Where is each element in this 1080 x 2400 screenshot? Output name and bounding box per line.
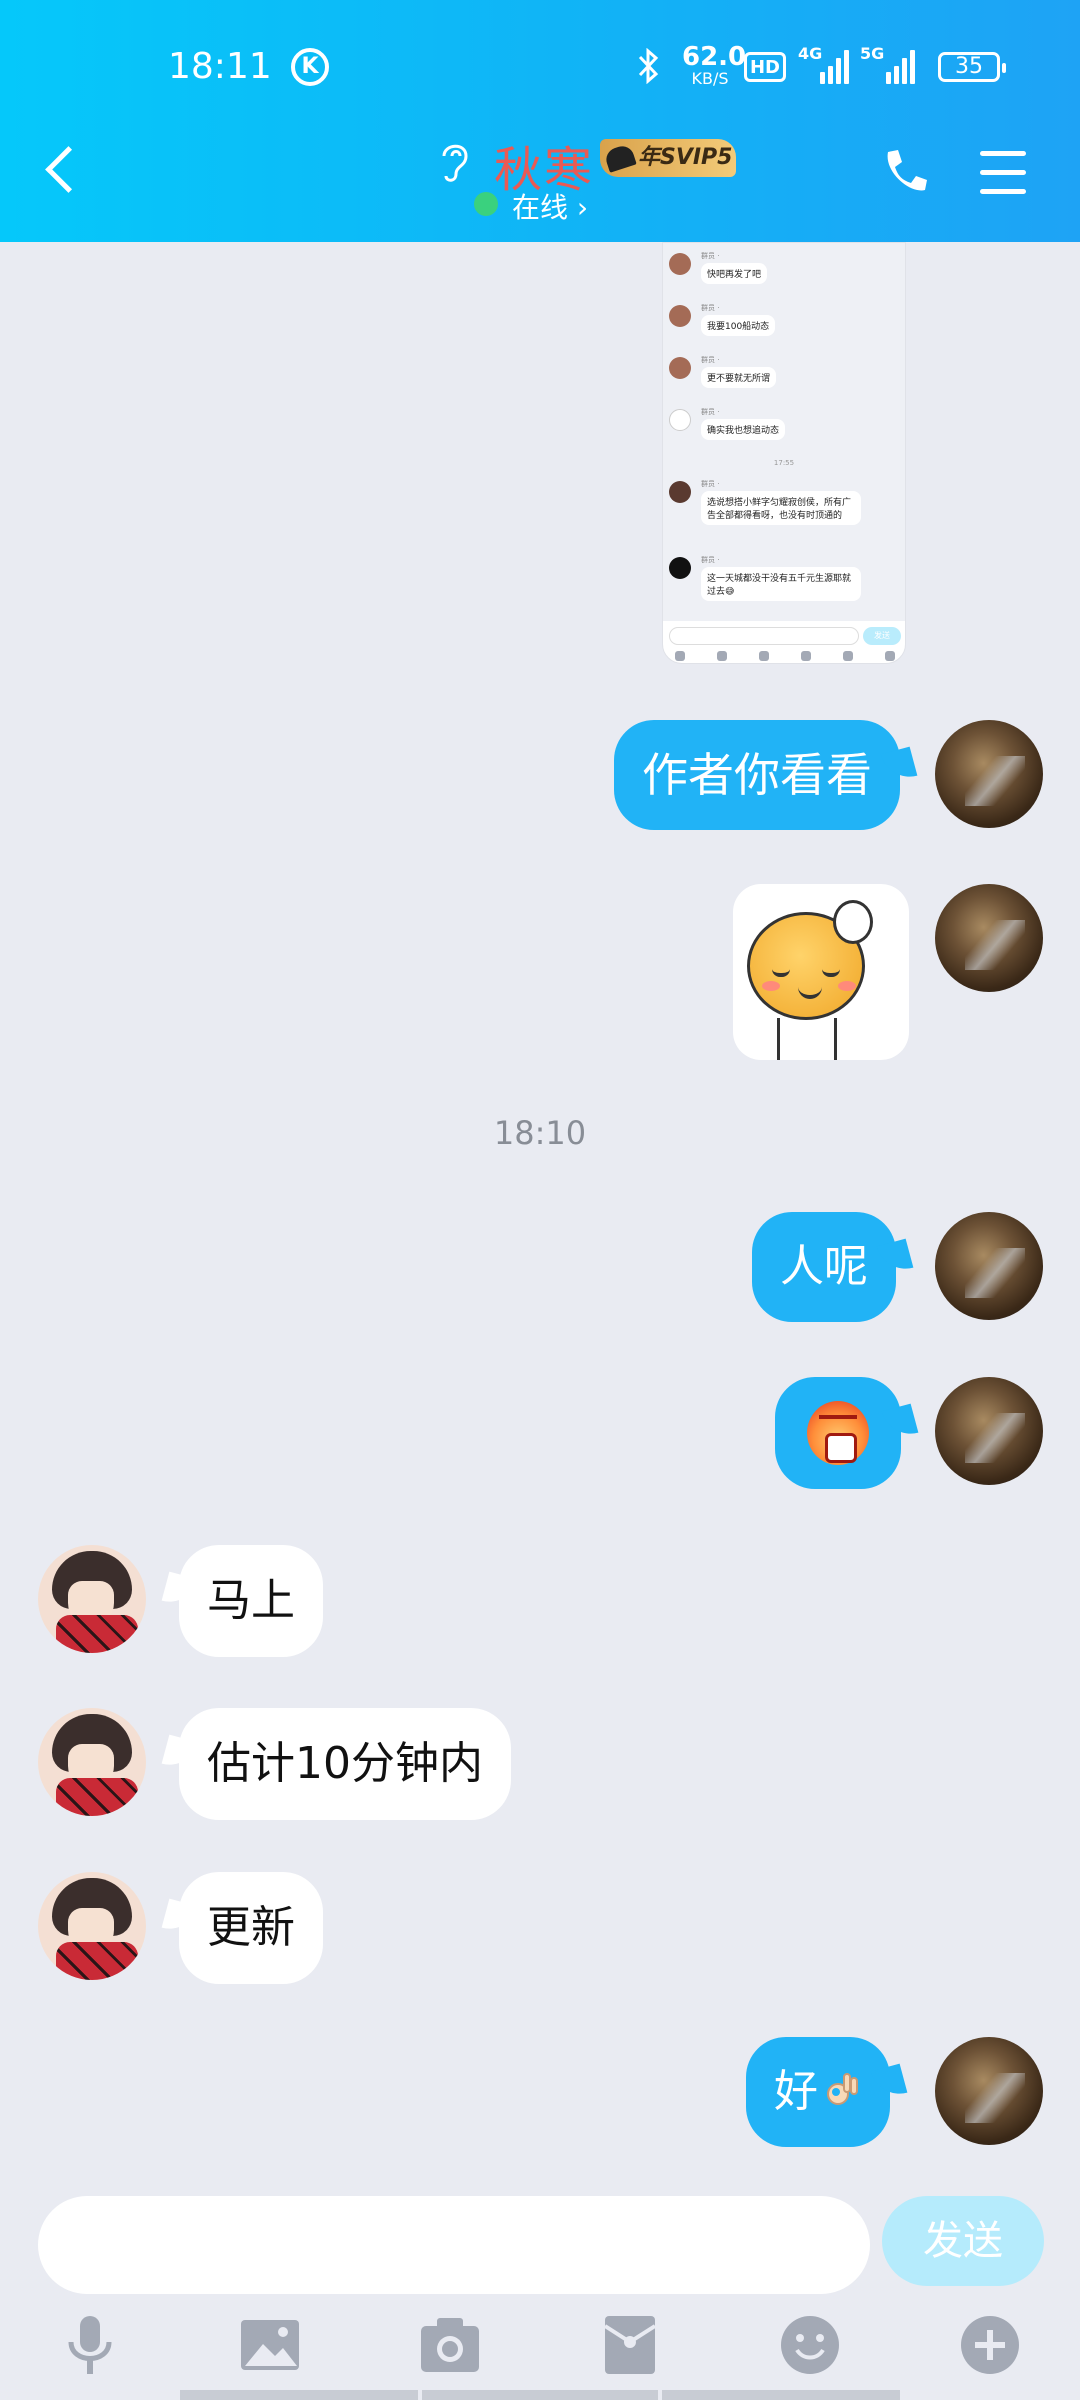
home-indicator [180, 2390, 418, 2400]
status-time: 18:11 [168, 46, 272, 87]
my-avatar[interactable] [935, 884, 1043, 992]
back-button[interactable] [40, 145, 80, 201]
incoming-message-bubble[interactable]: 更新 [179, 1872, 323, 1984]
message-text: 好 [774, 2066, 818, 2117]
signal-5g-icon: 5G [860, 44, 918, 84]
outgoing-message-bubble[interactable]: 作者你看看 [614, 720, 900, 830]
message-timestamp: 18:10 [493, 1114, 587, 1152]
shared-screenshot-image[interactable]: 群员 · 快吧再发了吧 群员 · 我要100船动态 群员 · 更不要就无所谓 群员 ·… [662, 242, 906, 664]
home-indicator [662, 2390, 900, 2400]
camera-icon[interactable] [415, 2310, 485, 2380]
screenshot-input [669, 627, 859, 645]
ok-hand-icon [827, 2073, 858, 2105]
incoming-message-bubble[interactable]: 估计10分钟内 [179, 1708, 511, 1820]
outgoing-message-bubble[interactable]: 好 [746, 2037, 890, 2147]
screenshot-toolbar [663, 647, 905, 663]
screenshot-send: 发送 [863, 627, 901, 645]
ear-icon[interactable] [438, 138, 472, 197]
svip-badge[interactable]: 年SVIP5 [600, 139, 736, 177]
contact-avatar[interactable] [38, 1545, 146, 1653]
mini-timestamp: 17:55 [773, 459, 795, 467]
outgoing-message-bubble[interactable]: 人呢 [752, 1212, 896, 1322]
hd-voice-icon: HD [744, 52, 786, 82]
image-icon[interactable] [235, 2310, 305, 2380]
emoji-icon[interactable] [775, 2310, 845, 2380]
signal-4g-icon: 4G [798, 44, 852, 84]
outgoing-emoji-bubble[interactable] [775, 1377, 901, 1489]
message-input[interactable] [38, 2196, 870, 2294]
microphone-icon[interactable] [55, 2310, 125, 2380]
battery-icon: 35 [938, 52, 1006, 82]
my-avatar[interactable] [935, 1212, 1043, 1320]
online-status-dot [474, 192, 498, 216]
home-indicator [422, 2390, 658, 2400]
phone-icon[interactable] [880, 146, 930, 200]
contact-avatar[interactable] [38, 1872, 146, 1980]
k-app-icon: K [291, 48, 329, 86]
online-status[interactable]: 在线 › [512, 186, 588, 226]
my-avatar[interactable] [935, 1377, 1043, 1485]
input-toolbar [0, 2310, 1080, 2390]
network-speed: 62.0 KB/S [682, 42, 747, 88]
menu-icon[interactable] [980, 151, 1026, 195]
chat-header: 18:11 K 62.0 KB/S HD 4G 5G 35 秋寒 年SVIP5 … [0, 0, 1080, 242]
my-avatar[interactable] [935, 720, 1043, 828]
contact-avatar[interactable] [38, 1708, 146, 1816]
plus-icon[interactable] [955, 2310, 1025, 2380]
red-packet-icon[interactable] [595, 2310, 665, 2380]
bluetooth-icon [636, 46, 676, 86]
send-button[interactable]: 发送 [882, 2196, 1044, 2286]
angry-face-icon [807, 1401, 869, 1465]
screenshot-chat-body: 群员 · 快吧再发了吧 群员 · 我要100船动态 群员 · 更不要就无所谓 群员 ·… [663, 243, 905, 621]
incoming-message-bubble[interactable]: 马上 [179, 1545, 323, 1657]
my-avatar[interactable] [935, 2037, 1043, 2145]
sticker-message[interactable] [733, 884, 909, 1060]
